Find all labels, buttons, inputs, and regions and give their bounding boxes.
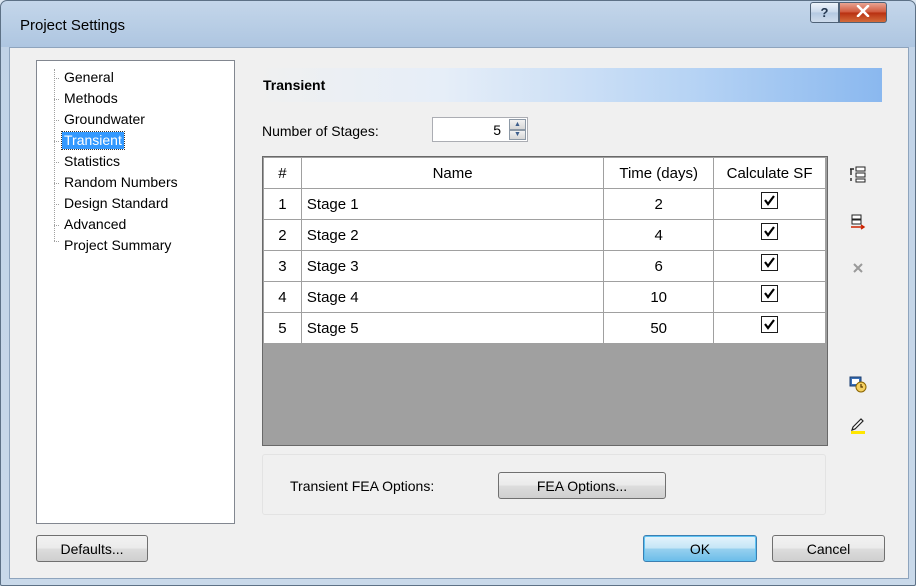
help-icon: ? — [820, 5, 829, 20]
calculate-sf-cell — [713, 250, 826, 282]
grid-header-row: # Name Time (days) Calculate SF — [263, 157, 826, 189]
stages-value: 5 — [493, 122, 501, 138]
edit-pencil-icon[interactable] — [848, 414, 868, 434]
fea-options-panel: Transient FEA Options: FEA Options... — [262, 454, 826, 515]
stage-name-cell[interactable]: Stage 4 — [300, 281, 605, 313]
table-row: 4 Stage 4 10 — [263, 281, 826, 313]
tree-item-design-standard[interactable]: Design Standard — [62, 195, 170, 212]
dialog-body: General Methods Groundwater Transient St… — [9, 47, 909, 579]
chevron-up-icon: ▲ — [514, 120, 521, 128]
calculate-sf-checkbox[interactable] — [761, 253, 779, 271]
stage-name-cell[interactable]: Stage 1 — [300, 188, 605, 220]
close-icon — [856, 4, 870, 20]
tree-item-project-summary[interactable]: Project Summary — [62, 237, 173, 254]
table-row: 3 Stage 3 6 — [263, 250, 826, 282]
stages-grid: # Name Time (days) Calculate SF 1 Stage … — [262, 156, 828, 446]
calculate-sf-cell — [713, 281, 826, 313]
fea-options-label: Transient FEA Options: — [290, 478, 435, 494]
calculate-sf-checkbox[interactable] — [761, 191, 779, 209]
tree-item-random-numbers[interactable]: Random Numbers — [62, 174, 180, 191]
stage-time-cell[interactable]: 10 — [603, 281, 715, 313]
spin-down-button[interactable]: ▼ — [509, 129, 526, 140]
chevron-down-icon: ▼ — [514, 131, 521, 139]
insert-row-icon[interactable] — [848, 164, 868, 184]
row-number: 2 — [263, 219, 302, 251]
stages-label: Number of Stages: — [262, 123, 379, 139]
checkmark-icon — [764, 257, 775, 268]
section-header: Transient — [254, 68, 882, 102]
checkmark-icon — [764, 288, 775, 299]
add-row-icon[interactable] — [848, 212, 868, 232]
spin-up-button[interactable]: ▲ — [509, 119, 526, 130]
row-number: 5 — [263, 312, 302, 344]
ok-button[interactable]: OK — [643, 535, 757, 562]
project-settings-window: Project Settings ? General Methods Groun… — [0, 0, 916, 586]
col-header-calculate-sf: Calculate SF — [713, 157, 826, 189]
tree-item-groundwater[interactable]: Groundwater — [62, 111, 147, 128]
stage-time-cell[interactable]: 4 — [603, 219, 715, 251]
table-row: 2 Stage 2 4 — [263, 219, 826, 251]
tree-item-advanced[interactable]: Advanced — [62, 216, 128, 233]
tree-item-general[interactable]: General — [62, 69, 116, 86]
calculate-sf-checkbox[interactable] — [761, 284, 779, 302]
help-button[interactable]: ? — [810, 2, 839, 23]
col-header-time: Time (days) — [603, 157, 715, 189]
checkmark-icon — [764, 226, 775, 237]
tree-item-methods[interactable]: Methods — [62, 90, 120, 107]
close-button[interactable] — [839, 2, 887, 23]
row-number: 3 — [263, 250, 302, 282]
calculate-sf-cell — [713, 312, 826, 344]
table-row: 5 Stage 5 50 — [263, 312, 826, 344]
row-number: 4 — [263, 281, 302, 313]
table-row: 1 Stage 1 2 — [263, 188, 826, 220]
stage-time-cell[interactable]: 6 — [603, 250, 715, 282]
stages-spinner: ▲ ▼ — [509, 119, 526, 140]
stage-time-cell[interactable]: 2 — [603, 188, 715, 220]
delete-row-icon[interactable] — [848, 258, 868, 278]
tree-item-transient[interactable]: Transient — [61, 131, 125, 150]
stage-name-cell[interactable]: Stage 5 — [300, 312, 605, 344]
calculate-sf-cell — [713, 219, 826, 251]
time-settings-icon[interactable] — [848, 374, 868, 394]
calculate-sf-checkbox[interactable] — [761, 315, 779, 333]
window-title: Project Settings — [20, 17, 126, 34]
calculate-sf-cell — [713, 188, 826, 220]
col-header-name: Name — [300, 157, 605, 189]
settings-tree[interactable]: General Methods Groundwater Transient St… — [36, 60, 235, 524]
row-number: 1 — [263, 188, 302, 220]
calculate-sf-checkbox[interactable] — [761, 222, 779, 240]
checkmark-icon — [764, 319, 775, 330]
fea-options-button[interactable]: FEA Options... — [498, 472, 666, 499]
tree-item-statistics[interactable]: Statistics — [62, 153, 122, 170]
stage-time-cell[interactable]: 50 — [603, 312, 715, 344]
col-header-number: # — [263, 157, 302, 189]
stages-stepper[interactable]: 5 ▲ ▼ — [432, 117, 528, 142]
stage-name-cell[interactable]: Stage 3 — [300, 250, 605, 282]
section-title: Transient — [263, 77, 326, 93]
cancel-button[interactable]: Cancel — [772, 535, 885, 562]
defaults-button[interactable]: Defaults... — [36, 535, 148, 562]
checkmark-icon — [764, 195, 775, 206]
stage-name-cell[interactable]: Stage 2 — [300, 219, 605, 251]
